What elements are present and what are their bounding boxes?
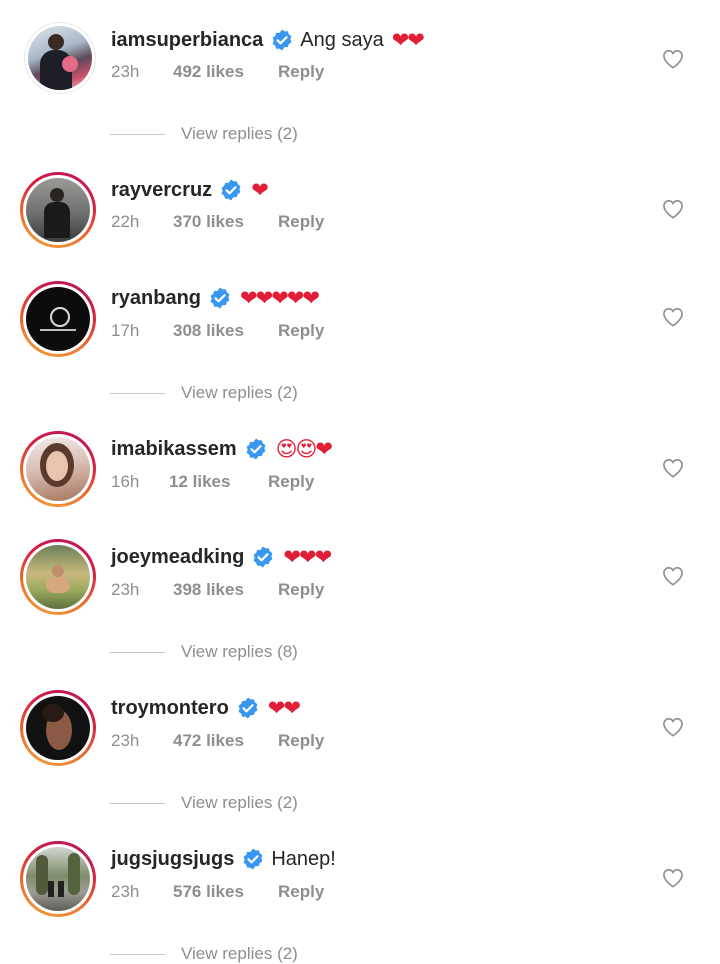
comment-time: 23h: [111, 62, 140, 81]
heart-outline-icon[interactable]: [662, 868, 684, 888]
heart-outline-icon[interactable]: [662, 199, 684, 219]
view-replies-label[interactable]: View replies (2): [181, 124, 298, 144]
comment-time: 23h: [111, 731, 140, 750]
divider: [110, 651, 165, 653]
reply-button[interactable]: Reply: [278, 882, 324, 902]
reply-button[interactable]: Reply: [278, 212, 324, 232]
verified-badge-icon: [272, 29, 292, 51]
comment-time: 23h: [111, 580, 140, 599]
verified-badge-icon: [243, 848, 263, 870]
verified-badge-icon: [246, 438, 266, 460]
comment-text: Hanep!: [271, 847, 336, 870]
comment-username[interactable]: rayvercruz: [111, 179, 212, 202]
comment-emoji: ❤❤❤❤❤: [240, 286, 320, 310]
divider: [110, 802, 165, 804]
avatar[interactable]: [20, 841, 96, 917]
comment-likes[interactable]: 370 likes: [173, 212, 278, 232]
comment-emoji: ❤❤: [391, 28, 425, 52]
comment-time: 16h: [111, 472, 140, 491]
comment-username[interactable]: joeymeadking: [111, 546, 244, 569]
verified-badge-icon: [253, 546, 273, 568]
view-replies[interactable]: View replies (2): [110, 383, 298, 403]
reply-button[interactable]: Reply: [268, 472, 314, 492]
view-replies[interactable]: View replies (2): [110, 793, 298, 813]
comment-emoji: 😍😍❤: [275, 437, 333, 461]
comment-likes[interactable]: 398 likes: [173, 580, 278, 600]
heart-outline-icon[interactable]: [662, 307, 684, 327]
reply-button[interactable]: Reply: [278, 580, 324, 600]
comment-likes[interactable]: 308 likes: [173, 321, 278, 341]
comment-username[interactable]: imabikassem: [111, 438, 237, 461]
view-replies-label[interactable]: View replies (8): [181, 642, 298, 662]
view-replies[interactable]: View replies (8): [110, 642, 298, 662]
comment-username[interactable]: ryanbang: [111, 287, 201, 310]
view-replies-label[interactable]: View replies (2): [181, 944, 298, 964]
reply-button[interactable]: Reply: [278, 321, 324, 341]
avatar[interactable]: [20, 690, 96, 766]
comment-time: 23h: [111, 882, 140, 901]
comment-emoji: ❤: [251, 178, 269, 202]
comment-emoji: ❤❤❤: [283, 545, 332, 569]
heart-outline-icon[interactable]: [662, 717, 684, 737]
avatar[interactable]: [24, 22, 96, 94]
verified-badge-icon: [210, 287, 230, 309]
heart-outline-icon[interactable]: [662, 49, 684, 69]
avatar[interactable]: [20, 539, 96, 615]
comment-likes[interactable]: 576 likes: [173, 882, 278, 902]
heart-outline-icon[interactable]: [662, 458, 684, 478]
comment-time: 22h: [111, 212, 140, 231]
view-replies-label[interactable]: View replies (2): [181, 383, 298, 403]
avatar[interactable]: [20, 281, 96, 357]
comment-likes[interactable]: 12 likes: [169, 472, 268, 492]
avatar[interactable]: [20, 431, 96, 507]
comment-likes[interactable]: 472 likes: [173, 731, 278, 751]
comment-emoji: ❤❤: [267, 696, 301, 720]
verified-badge-icon: [238, 697, 258, 719]
avatar[interactable]: [20, 172, 96, 248]
reply-button[interactable]: Reply: [278, 731, 324, 751]
view-replies[interactable]: View replies (2): [110, 944, 298, 964]
comment-username[interactable]: jugsjugsjugs: [111, 848, 234, 871]
view-replies[interactable]: View replies (2): [110, 124, 298, 144]
comment-likes[interactable]: 492 likes: [173, 62, 278, 82]
divider: [110, 133, 165, 135]
heart-outline-icon[interactable]: [662, 566, 684, 586]
verified-badge-icon: [221, 179, 241, 201]
comment-time: 17h: [111, 321, 140, 340]
comment-username[interactable]: troymontero: [111, 697, 229, 720]
comment-username[interactable]: iamsuperbianca: [111, 29, 263, 52]
comment-text: Ang saya: [300, 28, 384, 51]
reply-button[interactable]: Reply: [278, 62, 324, 82]
divider: [110, 953, 165, 955]
view-replies-label[interactable]: View replies (2): [181, 793, 298, 813]
divider: [110, 392, 165, 394]
